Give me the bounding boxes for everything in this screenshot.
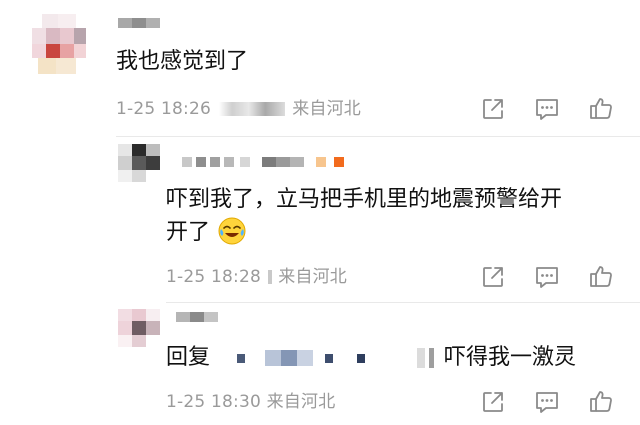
- reply-button[interactable]: [534, 389, 560, 415]
- comment-text: 我也感觉到了: [116, 49, 249, 74]
- comment-location: 来自河北: [278, 267, 348, 287]
- avatar[interactable]: [118, 309, 164, 349]
- share-button[interactable]: [480, 389, 506, 415]
- comment-meta: 1-25 18:28 来自河北: [166, 266, 347, 288]
- username-redacted[interactable]: [176, 312, 218, 322]
- comment-location: 来自河北: [266, 392, 336, 412]
- comment-icon: [536, 267, 558, 288]
- laughing-crying-emoji: [218, 217, 246, 245]
- like-button[interactable]: [588, 263, 614, 289]
- reply-prefix: 回复: [166, 345, 211, 370]
- share-icon: [483, 267, 503, 287]
- share-icon: [483, 99, 503, 119]
- share-button[interactable]: [480, 264, 506, 290]
- thumbs-up-icon: [590, 266, 612, 287]
- comment-text-line2-text: 开了: [166, 220, 211, 245]
- comment-time: 1-25 18:26: [116, 99, 211, 119]
- reply-button[interactable]: [534, 264, 560, 290]
- avatar[interactable]: [118, 144, 164, 184]
- comment-location: 来自河北: [292, 99, 362, 119]
- comment-time: 1-25 18:30: [166, 392, 261, 412]
- comment-text-line1: 吓到我了，立马把手机里的地震预警给开: [166, 187, 563, 212]
- reply-text: 回复 吓得我一激灵: [166, 342, 576, 374]
- like-button[interactable]: [588, 95, 614, 121]
- username-redacted[interactable]: [182, 157, 352, 167]
- redacted-block: [267, 270, 272, 284]
- reply-content: 吓得我一激灵: [444, 345, 577, 370]
- divider: [166, 302, 640, 303]
- share-button[interactable]: [480, 96, 506, 122]
- comment-icon: [536, 99, 558, 120]
- username-redacted[interactable]: [118, 18, 160, 28]
- comment-meta: 1-25 18:26 来自河北: [116, 98, 361, 120]
- reply-button[interactable]: [534, 96, 560, 122]
- redacted-block: [218, 102, 285, 116]
- thumbs-up-icon: [590, 391, 612, 412]
- thumbs-up-icon: [590, 98, 612, 119]
- comment-meta: 1-25 18:30 来自河北: [166, 391, 335, 413]
- divider: [116, 136, 640, 137]
- comment-icon: [536, 392, 558, 413]
- mention-redacted[interactable]: [217, 344, 437, 372]
- share-icon: [483, 392, 503, 412]
- like-button[interactable]: [588, 388, 614, 414]
- comment-time: 1-25 18:28: [166, 267, 261, 287]
- avatar[interactable]: [28, 14, 94, 80]
- comment-text-line2: 开了: [166, 217, 247, 249]
